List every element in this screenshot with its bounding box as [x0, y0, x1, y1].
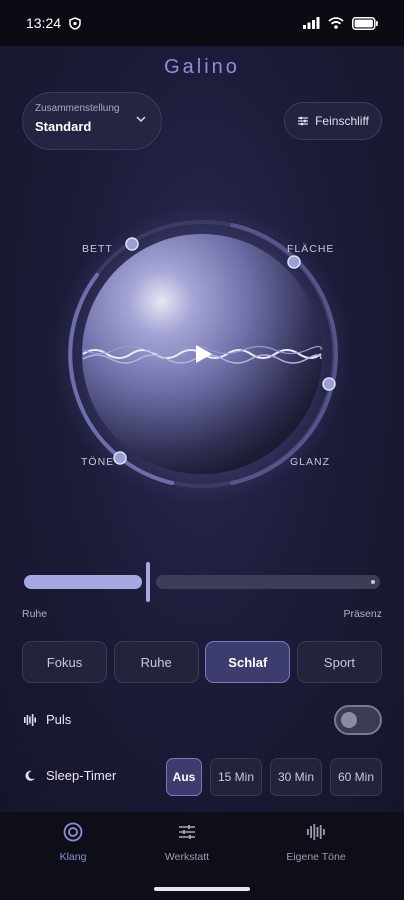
- nav-werkstatt-label: Werkstatt: [164, 851, 210, 863]
- pulse-label: Puls: [46, 712, 72, 727]
- app-main: Galino Zusammenstellung Standard Feinsch…: [0, 46, 404, 812]
- sleep-timer-options: Aus 15 Min 30 Min 60 Min: [166, 758, 382, 796]
- handle-toene[interactable]: [113, 451, 127, 465]
- slider-fill: [24, 575, 142, 589]
- handle-flaeche[interactable]: [287, 255, 301, 269]
- mode-sport[interactable]: Sport: [296, 641, 382, 683]
- preset-dropdown[interactable]: Zusammenstellung Standard: [22, 92, 162, 150]
- nav-klang-label: Klang: [59, 851, 87, 863]
- mode-schlaf[interactable]: Schlaf: [205, 641, 291, 683]
- status-time: 13:24: [26, 15, 62, 31]
- slider-end-dot: [371, 580, 375, 584]
- pulse-row: Puls: [24, 712, 71, 727]
- app-title: Galino: [164, 56, 240, 78]
- label-flaeche: FLÄCHE: [287, 243, 335, 255]
- mode-selector: Fokus Ruhe Schlaf Sport: [22, 641, 382, 683]
- nav-klang[interactable]: Klang: [46, 822, 100, 863]
- waveform-icon: [24, 713, 36, 726]
- sound-orb[interactable]: [0, 176, 404, 566]
- home-indicator[interactable]: [154, 887, 250, 891]
- battery-icon: [352, 16, 378, 30]
- shield-icon: [69, 16, 81, 30]
- mode-ruhe[interactable]: Ruhe: [113, 641, 199, 683]
- nav-werkstatt[interactable]: Werkstatt: [154, 822, 220, 863]
- timer-15[interactable]: 15 Min: [210, 758, 262, 796]
- timer-30[interactable]: 30 Min: [270, 758, 322, 796]
- sound-orb-area: BETT FLÄCHE TÖNE GLANZ: [0, 176, 404, 566]
- signal-icon: [303, 17, 320, 29]
- toggle-knob: [341, 712, 357, 728]
- sliders-icon: [179, 825, 195, 839]
- chevron-down-icon: [136, 116, 146, 123]
- status-right: [303, 16, 378, 30]
- finetune-button[interactable]: Feinschliff: [284, 102, 382, 140]
- timer-60[interactable]: 60 Min: [330, 758, 382, 796]
- nav-eigene-toene-label: Eigene Töne: [286, 851, 346, 863]
- label-bett: BETT: [82, 243, 113, 255]
- pulse-toggle[interactable]: [334, 705, 382, 735]
- handle-glanz[interactable]: [322, 377, 336, 391]
- mode-fokus[interactable]: Fokus: [22, 641, 107, 683]
- moon-icon: [25, 770, 35, 781]
- slider-track: [156, 575, 380, 589]
- calm-presence-slider[interactable]: [22, 562, 382, 602]
- sliders-icon: [298, 116, 309, 126]
- target-icon: [63, 822, 83, 842]
- status-left: 13:24: [26, 15, 81, 31]
- label-glanz: GLANZ: [290, 456, 331, 468]
- preset-label: Zusammenstellung: [35, 103, 120, 114]
- slider-thumb[interactable]: [146, 562, 150, 602]
- label-toene: TÖNE: [81, 456, 115, 468]
- finetune-label: Feinschliff: [315, 114, 369, 128]
- wifi-icon: [328, 17, 344, 29]
- timer-off[interactable]: Aus: [166, 758, 202, 796]
- status-bar: 13:24: [0, 0, 404, 46]
- slider-right-label: Präsenz: [343, 608, 382, 620]
- waveform-icon: [307, 824, 325, 840]
- handle-bett[interactable]: [125, 237, 139, 251]
- sleep-timer-row: Sleep-Timer: [24, 768, 116, 783]
- slider-left-label: Ruhe: [22, 608, 48, 620]
- nav-eigene-toene[interactable]: Eigene Töne: [278, 822, 354, 863]
- sleep-timer-label: Sleep-Timer: [46, 768, 117, 783]
